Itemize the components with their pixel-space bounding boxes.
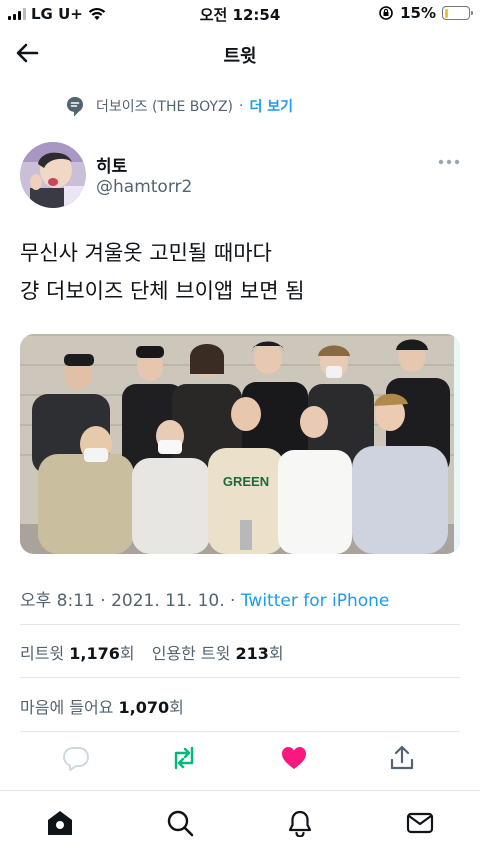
see-more-link[interactable]: 더 보기	[249, 96, 293, 116]
divider	[20, 677, 460, 678]
status-right: 15%	[378, 4, 473, 22]
like-unit: 회	[169, 698, 184, 717]
divider	[20, 624, 460, 625]
messages-mail-icon[interactable]	[406, 809, 434, 837]
tweet-text-line: 걍 더보이즈 단체 브이앱 보면 됨	[20, 279, 305, 303]
topic-separator: ·	[239, 98, 244, 114]
divider	[20, 731, 460, 732]
retweet-stat[interactable]: 리트윗 1,176회	[20, 644, 135, 663]
share-icon[interactable]	[388, 744, 416, 772]
like-stat[interactable]: 마음에 들어요 1,070회	[20, 694, 184, 718]
quote-unit: 회	[268, 644, 284, 663]
topic-icon	[67, 97, 83, 117]
tweet-text: 무신사 겨울옷 고민될 때마다 걍 더보이즈 단체 브이앱 보면 됨	[20, 234, 460, 310]
retweet-label: 리트윗	[20, 644, 70, 663]
topic-context: 더보이즈 (THE BOYZ) · 더 보기	[96, 96, 293, 116]
notifications-bell-icon[interactable]	[286, 809, 314, 837]
tweet-photo[interactable]: GREEN	[20, 334, 460, 554]
quote-stat[interactable]: 인용한 트윗 213회	[152, 644, 284, 663]
battery-icon	[442, 6, 473, 20]
author-name[interactable]: 히토	[96, 152, 127, 177]
tweet-meta: 오후 8:11 · 2021. 11. 10. · Twitter for iP…	[20, 586, 389, 611]
bottom-tab-bar	[0, 790, 480, 854]
status-bar: LG U+ 오전 12:54 15%	[0, 0, 480, 28]
quote-count: 213	[235, 644, 269, 663]
reply-icon[interactable]	[62, 744, 90, 772]
like-count: 1,070	[118, 698, 170, 717]
home-icon[interactable]	[46, 809, 74, 837]
svg-text:GREEN: GREEN	[223, 474, 269, 489]
avatar[interactable]	[20, 142, 86, 208]
orientation-lock-icon	[379, 6, 393, 20]
retweet-icon[interactable]	[170, 744, 198, 772]
tweet-source-link[interactable]: Twitter for iPhone	[241, 591, 390, 611]
like-label: 마음에 들어요	[20, 698, 119, 717]
tweet-timestamp: 오후 8:11 · 2021. 11. 10. ·	[20, 591, 241, 611]
nav-bar: 트윗	[0, 30, 480, 76]
topic-name[interactable]: 더보이즈 (THE BOYZ)	[96, 96, 233, 116]
retweet-count: 1,176	[69, 644, 120, 663]
like-heart-icon[interactable]	[280, 744, 308, 772]
engagement-stats: 리트윗 1,176회 인용한 트윗 213회	[20, 640, 284, 664]
author-handle[interactable]: @hamtorr2	[96, 177, 192, 197]
quote-label: 인용한 트윗	[151, 644, 236, 663]
retweet-unit: 회	[119, 644, 135, 663]
more-options-icon[interactable]	[436, 152, 462, 172]
tweet-text-line: 무신사 겨울옷 고민될 때마다	[20, 241, 272, 265]
page-title: 트윗	[223, 46, 257, 67]
battery-fill	[444, 8, 448, 18]
search-icon[interactable]	[166, 809, 194, 837]
battery-percent: 15%	[400, 4, 436, 22]
